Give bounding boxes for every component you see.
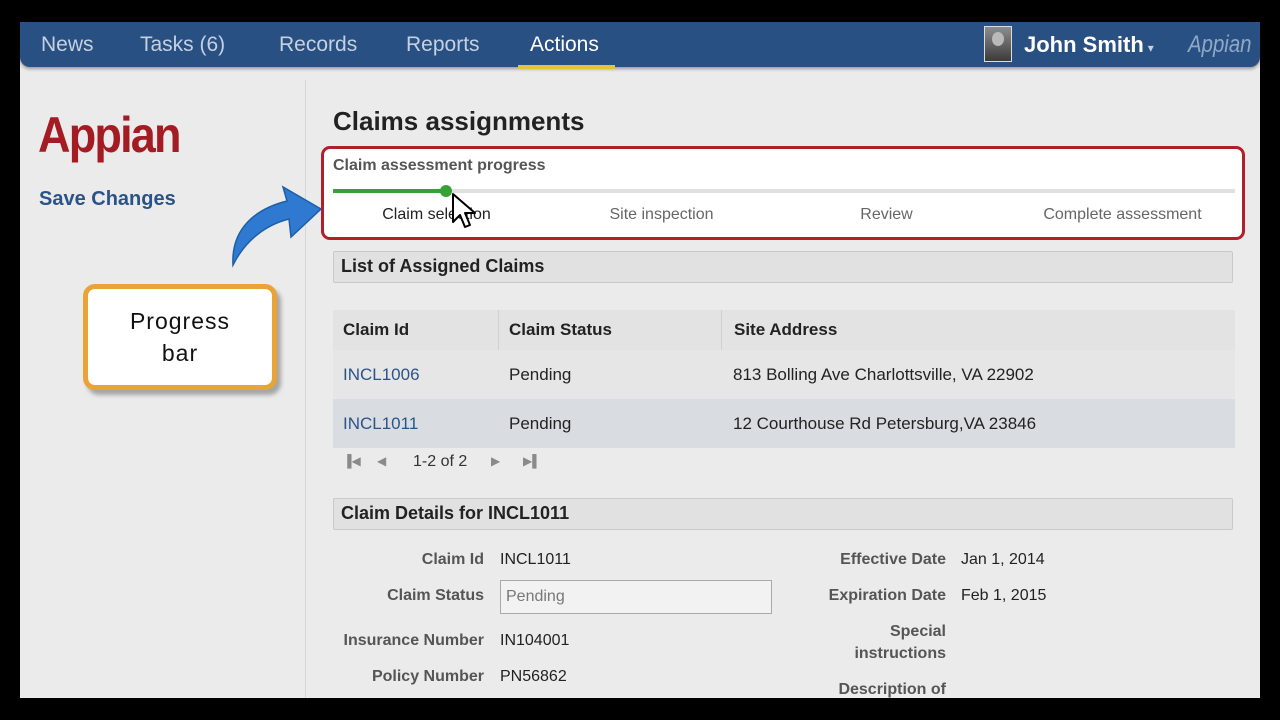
page-title: Claims assignments [333,106,585,136]
column-divider [721,310,722,350]
chevron-down-icon: ▾ [1147,41,1154,55]
active-tab-indicator [518,65,615,69]
effective-date-label: Effective Date [840,551,946,568]
claim-status-label: Claim Status [387,587,484,604]
claims-list-title: List of Assigned Claims [341,256,545,276]
claim-id-link[interactable]: INCL1006 [343,350,420,399]
site-address-cell: 12 Courthouse Rd Petersburg,VA 23846 [733,414,1037,433]
next-page-icon[interactable]: ▶ [491,454,500,468]
policy-number-value: PN56862 [500,668,567,685]
first-page-icon[interactable]: ▐◀ [343,454,361,468]
callout-text: Progress bar [129,308,231,366]
expiration-date-value: Feb 1, 2015 [961,587,1047,604]
pager-range-label: 1-2 of 2 [413,453,468,470]
progress-bar-callout: Progress bar [83,284,277,390]
progress-fill [333,189,446,193]
column-header-site-address[interactable]: Site Address [734,310,837,350]
save-changes-link[interactable]: Save Changes [39,188,176,211]
claim-status-field[interactable] [500,580,772,614]
policy-number-label: Policy Number [371,668,484,685]
user-menu[interactable]: John Smith ▾ [1024,22,1154,71]
callout-arrow-icon [232,185,323,268]
description-label: Description of [838,681,946,698]
expiration-date-label: Expiration Date [828,587,946,604]
site-address-cell: 813 Bolling Ave Charlottsville, VA 22902 [733,365,1034,384]
column-header-claim-id[interactable]: Claim Id [343,310,409,350]
claim-status-cell: Pending [509,365,572,384]
step-claim-selection[interactable]: Claim selection [324,206,549,224]
nav-tab-reports[interactable]: Reports [406,22,480,67]
claim-status-cell: Pending [509,414,572,433]
brand-logo-nav: Appian [1188,31,1252,58]
table-row-selected[interactable]: INCL1011 Pending 12 Courthouse Rd Peters… [333,399,1235,448]
claim-details-title: Claim Details for INCL1011 [341,503,570,523]
mouse-pointer-icon [452,193,476,228]
table-header-row: Claim Id Claim Status Site Address [333,310,1235,350]
previous-page-icon[interactable]: ◀ [377,454,386,468]
user-avatar[interactable] [984,26,1012,62]
app-window: News Tasks (6) Records Reports Actions J… [20,22,1260,698]
top-nav-bar: News Tasks (6) Records Reports Actions J… [20,22,1260,69]
nav-tab-news[interactable]: News [41,22,94,67]
table-row[interactable]: INCL1006 Pending 813 Bolling Ave Charlot… [333,350,1235,399]
claim-id-link[interactable]: INCL1011 [343,399,418,448]
user-name-label: John Smith [1024,32,1144,57]
last-page-icon[interactable]: ▶▌ [523,454,541,468]
claim-id-value: INCL1011 [500,551,571,568]
nav-tab-tasks[interactable]: Tasks (6) [140,22,225,67]
nav-tab-records[interactable]: Records [279,22,357,67]
step-review[interactable]: Review [774,206,999,224]
nav-tab-actions[interactable]: Actions [530,22,599,67]
claim-id-label: Claim Id [421,551,484,568]
special-instructions-label-line1: Special [889,623,946,640]
column-divider [498,310,499,350]
claims-table: Claim Id Claim Status Site Address INCL1… [333,310,1235,448]
insurance-number-label: Insurance Number [343,632,484,649]
claims-list-header: List of Assigned Claims [333,251,1233,283]
insurance-number-value: IN104001 [500,632,570,649]
appian-logo: Appian [38,107,181,163]
progress-title: Claim assessment progress [333,157,546,174]
claim-details-header: Claim Details for INCL1011 [333,498,1233,530]
special-instructions-label-line2: instructions [854,645,946,662]
step-site-inspection[interactable]: Site inspection [549,206,774,224]
effective-date-value: Jan 1, 2014 [961,551,1045,568]
step-complete-assessment[interactable]: Complete assessment [1010,206,1235,224]
column-header-claim-status[interactable]: Claim Status [509,310,612,350]
